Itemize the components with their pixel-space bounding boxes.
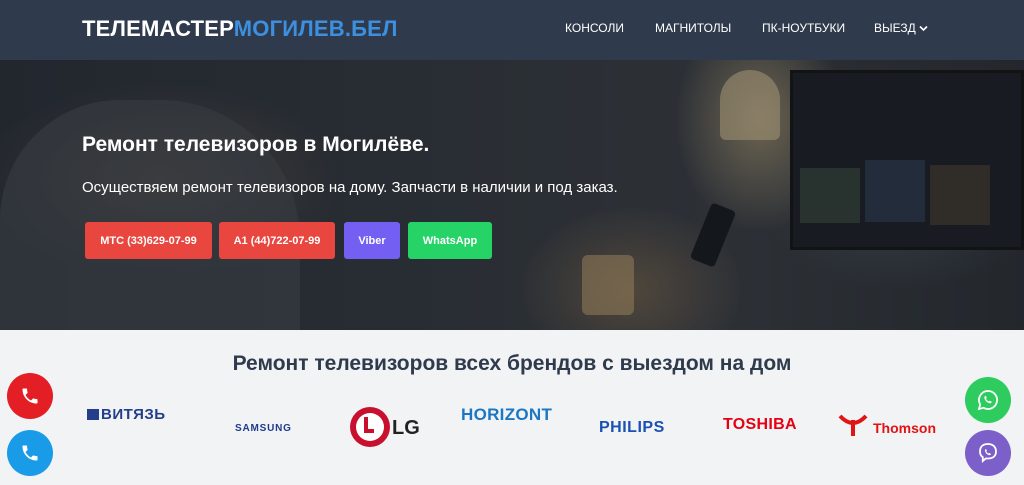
brand-thomson-label: Thomson bbox=[873, 420, 936, 436]
call-a1-button[interactable]: А1 (44)722-07-99 bbox=[219, 222, 335, 259]
chevron-down-icon bbox=[919, 26, 928, 32]
floating-whatsapp-button[interactable] bbox=[965, 377, 1011, 423]
site-logo[interactable]: ТЕЛЕМАСТЕРМОГИЛЕВ.БЕЛ bbox=[82, 16, 398, 42]
logo-text-white: ТЕЛЕМАСТЕР bbox=[82, 16, 234, 41]
viber-button[interactable]: Viber bbox=[344, 222, 400, 259]
thomson-mark-icon bbox=[838, 414, 868, 436]
brand-lg-label: LG bbox=[392, 417, 420, 439]
brand-logo-horizont: HORIZONT bbox=[461, 405, 553, 424]
logo-text-blue: МОГИЛЕВ.БЕЛ bbox=[233, 16, 398, 41]
brand-logo-philips: PHILIPS bbox=[599, 419, 665, 436]
nav-item-consoles[interactable]: КОНСОЛИ bbox=[565, 21, 624, 35]
nav-item-pc-laptops[interactable]: ПК-НОУТБУКИ bbox=[762, 21, 845, 35]
lg-face-icon bbox=[350, 407, 390, 447]
brand-vityaz-label: ВИТЯЗЬ bbox=[101, 406, 166, 423]
floating-call-button[interactable] bbox=[7, 373, 53, 419]
brand-logo-vityaz: ВИТЯЗЬ bbox=[87, 406, 166, 423]
nav-item-visit[interactable]: ВЫЕЗД bbox=[874, 21, 928, 35]
brands-heading: Ремонт телевизоров всех брендов с выездо… bbox=[232, 352, 792, 375]
site-header: ТЕЛЕМАСТЕРМОГИЛЕВ.БЕЛ КОНСОЛИ МАГНИТОЛЫ … bbox=[0, 0, 1024, 60]
whatsapp-icon bbox=[977, 390, 998, 411]
phone-icon bbox=[22, 445, 38, 461]
brand-logo-samsung: SAMSUNG bbox=[235, 423, 292, 434]
hero-subtitle: Осуществяем ремонт телевизоров на дому. … bbox=[82, 179, 618, 196]
hero-title: Ремонт телевизоров в Могилёве. bbox=[82, 133, 430, 156]
call-mts-button[interactable]: МТС (33)629-07-99 bbox=[85, 222, 212, 259]
nav-item-car-radios[interactable]: МАГНИТОЛЫ bbox=[655, 21, 731, 35]
phone-icon bbox=[22, 388, 38, 404]
floating-viber-button[interactable] bbox=[965, 430, 1011, 476]
nav-item-visit-label: ВЫЕЗД bbox=[874, 21, 916, 35]
hero-section: Ремонт телевизоров в Могилёве. Осуществя… bbox=[0, 60, 1024, 330]
brand-logo-toshiba: TOSHIBA bbox=[723, 416, 797, 433]
vityaz-mark-icon bbox=[87, 409, 99, 420]
floating-call-button-secondary[interactable] bbox=[7, 430, 53, 476]
whatsapp-button[interactable]: WhatsApp bbox=[408, 222, 492, 259]
viber-icon bbox=[979, 443, 997, 463]
